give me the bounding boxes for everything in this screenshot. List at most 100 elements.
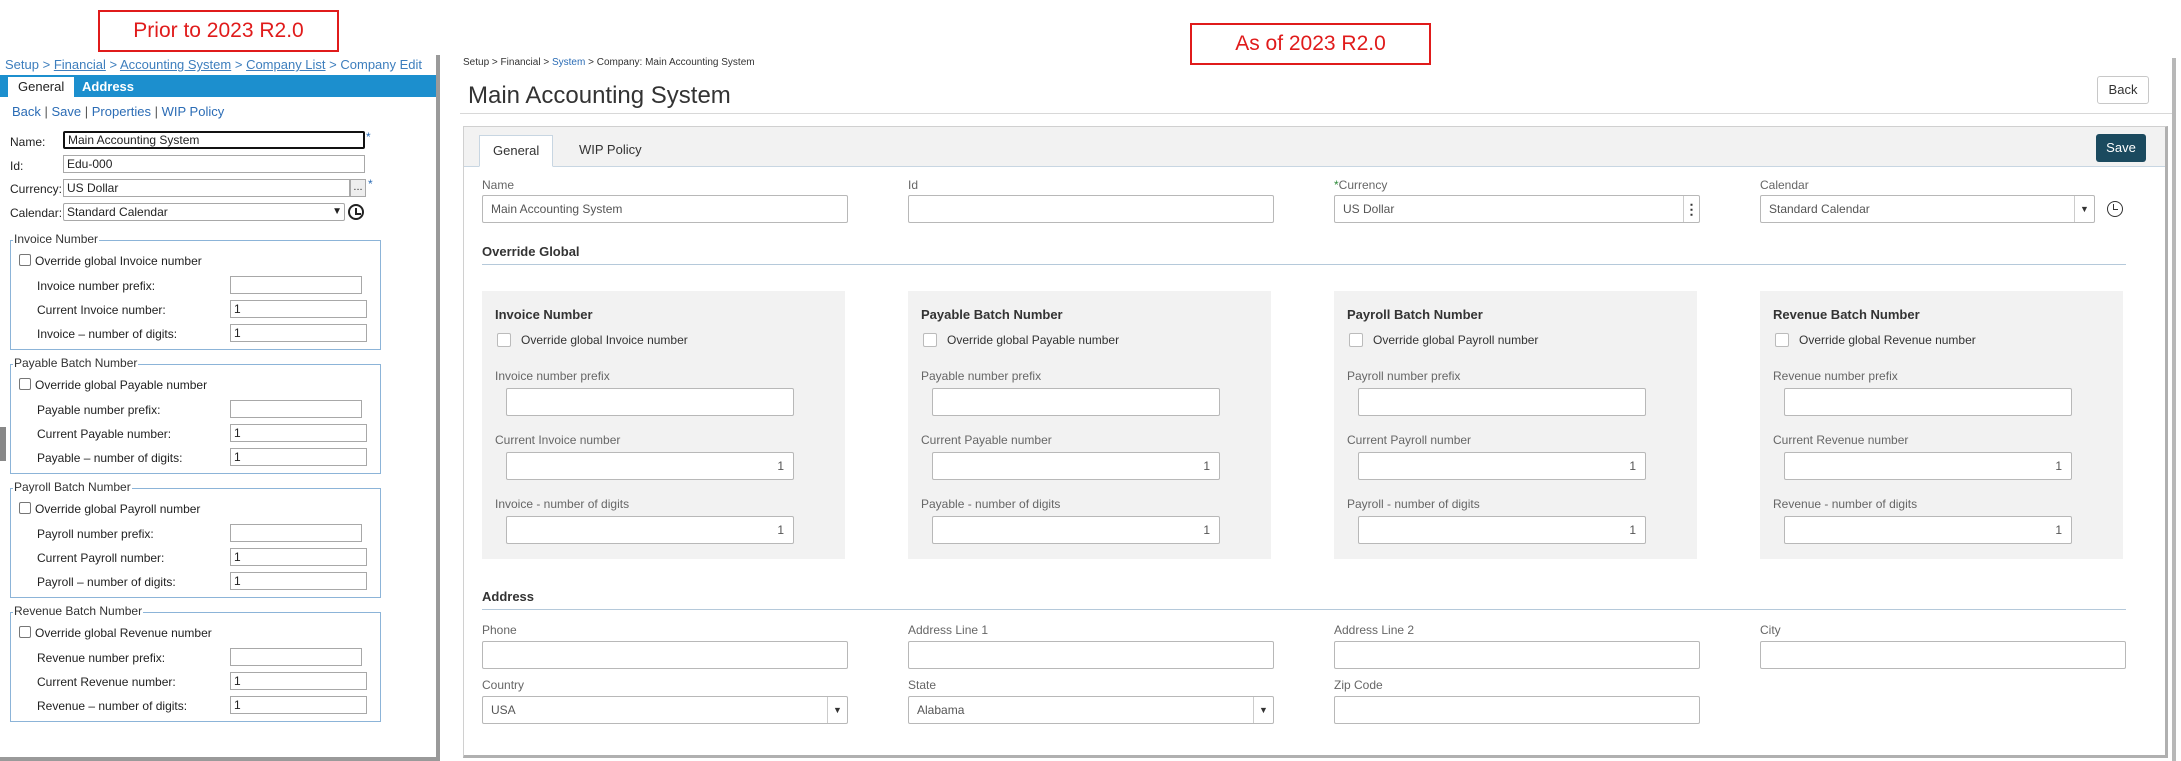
history-icon[interactable] — [2107, 201, 2123, 217]
prefix-input[interactable] — [1358, 388, 1646, 416]
current-label: Current Invoice number: — [37, 303, 166, 317]
override-checkbox[interactable] — [1775, 333, 1789, 347]
crumb-financial[interactable]: Financial — [501, 57, 541, 68]
prefix-input[interactable] — [932, 388, 1220, 416]
new-breadcrumb: Setup > Financial > System > Company: Ma… — [463, 57, 755, 68]
old-currency-input[interactable]: US Dollar — [63, 179, 350, 197]
currency-input[interactable]: US Dollar ⋮ — [1334, 195, 1700, 223]
group-legend: Payroll Batch Number — [13, 480, 132, 494]
tab-wip-policy[interactable]: WIP Policy — [566, 135, 655, 167]
current-input[interactable]: 1 — [1358, 452, 1646, 480]
prefix-input[interactable] — [230, 276, 362, 294]
current-label: Current Revenue number: — [37, 675, 176, 689]
current-input[interactable]: 1 — [1784, 452, 2072, 480]
address-line2-label: Address Line 2 — [1334, 623, 1415, 637]
override-checkbox[interactable] — [19, 378, 31, 390]
old-currency-lookup-button[interactable]: ... — [350, 179, 366, 197]
old-wip-policy-link[interactable]: WIP Policy — [162, 104, 225, 119]
digits-input[interactable]: 1 — [230, 572, 367, 590]
crumb-financial[interactable]: Financial — [54, 57, 106, 72]
crumb-sep: > — [231, 57, 247, 72]
old-calendar-label: Calendar: — [10, 206, 63, 220]
digits-input[interactable]: 1 — [506, 516, 794, 544]
old-tab-general[interactable]: General — [8, 77, 75, 97]
calendar-select[interactable]: Standard Calendar ▼ — [1760, 195, 2095, 223]
override-checkbox[interactable] — [19, 626, 31, 638]
crumb-setup[interactable]: Setup — [5, 57, 39, 72]
digits-input[interactable]: 1 — [932, 516, 1220, 544]
country-select[interactable]: USA ▼ — [482, 696, 848, 724]
back-button[interactable]: Back — [2097, 76, 2149, 104]
digits-input[interactable]: 1 — [1358, 516, 1646, 544]
crumb-sep: > — [38, 57, 54, 72]
save-button[interactable]: Save — [2096, 134, 2146, 162]
old-tab-address[interactable]: Address — [72, 77, 144, 97]
crumb-system[interactable]: System — [552, 57, 585, 68]
city-input[interactable] — [1760, 641, 2126, 669]
override-checkbox[interactable] — [19, 502, 31, 514]
revenue-batch-card: Revenue Batch Number Override global Rev… — [1760, 291, 2123, 559]
override-checkbox[interactable] — [1349, 333, 1363, 347]
old-id-input[interactable]: Edu-000 — [63, 155, 365, 173]
callout-prior-version: Prior to 2023 R2.0 — [98, 10, 339, 52]
override-label: Override global Payable number — [35, 378, 208, 392]
old-revenue-batch-group: Revenue Batch Number Override global Rev… — [10, 604, 381, 722]
tab-general[interactable]: General — [479, 135, 554, 167]
current-label: Current Payable number: — [37, 427, 172, 441]
prefix-input[interactable] — [230, 648, 362, 666]
kebab-menu-icon[interactable]: ⋮ — [1683, 196, 1699, 222]
prefix-input[interactable] — [230, 400, 362, 418]
digits-input[interactable]: 1 — [1784, 516, 2072, 544]
crumb-setup[interactable]: Setup — [463, 57, 489, 68]
history-icon[interactable] — [348, 204, 364, 220]
id-input[interactable] — [908, 195, 1274, 223]
phone-input[interactable] — [482, 641, 848, 669]
ellipsis-icon: ... — [353, 181, 363, 193]
digits-input[interactable]: 1 — [230, 696, 367, 714]
crumb-sep: > — [540, 57, 552, 68]
current-input[interactable]: 1 — [230, 548, 367, 566]
sidebar-collapse-handle[interactable] — [0, 427, 6, 461]
prefix-label: Revenue number prefix: — [37, 651, 166, 665]
current-input[interactable]: 1 — [506, 452, 794, 480]
digits-label: Revenue - number of digits — [1773, 497, 1918, 511]
crumb-sep: > — [489, 57, 501, 68]
current-input[interactable]: 1 — [230, 300, 367, 318]
crumb-sep: > — [325, 57, 341, 72]
digits-input[interactable]: 1 — [230, 324, 367, 342]
crumb-accounting-system[interactable]: Accounting System — [120, 57, 231, 72]
override-checkbox[interactable] — [497, 333, 511, 347]
digits-input[interactable]: 1 — [230, 448, 367, 466]
old-calendar-select[interactable]: Standard Calendar ▼ — [63, 203, 345, 221]
id-label: Id — [908, 178, 919, 192]
override-checkbox[interactable] — [923, 333, 937, 347]
digits-label: Payable - number of digits — [921, 497, 1061, 511]
override-checkbox[interactable] — [19, 254, 31, 266]
address-line2-input[interactable] — [1334, 641, 1700, 669]
old-id-label: Id: — [10, 159, 24, 173]
state-select[interactable]: Alabama ▼ — [908, 696, 1274, 724]
crumb-company-list[interactable]: Company List — [246, 57, 325, 72]
current-input[interactable]: 1 — [230, 672, 367, 690]
calendar-label: Calendar — [1760, 178, 1809, 192]
card-title: Invoice Number — [495, 307, 593, 322]
prefix-input[interactable] — [506, 388, 794, 416]
old-save-link[interactable]: Save — [52, 104, 82, 119]
current-input[interactable]: 1 — [230, 424, 367, 442]
old-breadcrumb: Setup > Financial > Accounting System > … — [5, 57, 422, 72]
current-label: Current Payable number — [921, 433, 1052, 447]
prefix-input[interactable] — [1784, 388, 2072, 416]
digits-label: Invoice - number of digits — [495, 497, 630, 511]
name-input[interactable]: Main Accounting System — [482, 195, 848, 223]
current-input[interactable]: 1 — [932, 452, 1220, 480]
prefix-label: Invoice number prefix: — [37, 279, 156, 293]
link-sep: | — [151, 104, 162, 119]
old-name-input[interactable]: Main Accounting System — [63, 131, 365, 149]
zip-code-input[interactable] — [1334, 696, 1700, 724]
digits-label: Payroll – number of digits: — [37, 575, 176, 589]
prefix-input[interactable] — [230, 524, 362, 542]
old-invoice-number-group: Invoice Number Override global Invoice n… — [10, 232, 381, 350]
address-line1-input[interactable] — [908, 641, 1274, 669]
old-back-link[interactable]: Back — [12, 104, 41, 119]
old-properties-link[interactable]: Properties — [92, 104, 151, 119]
